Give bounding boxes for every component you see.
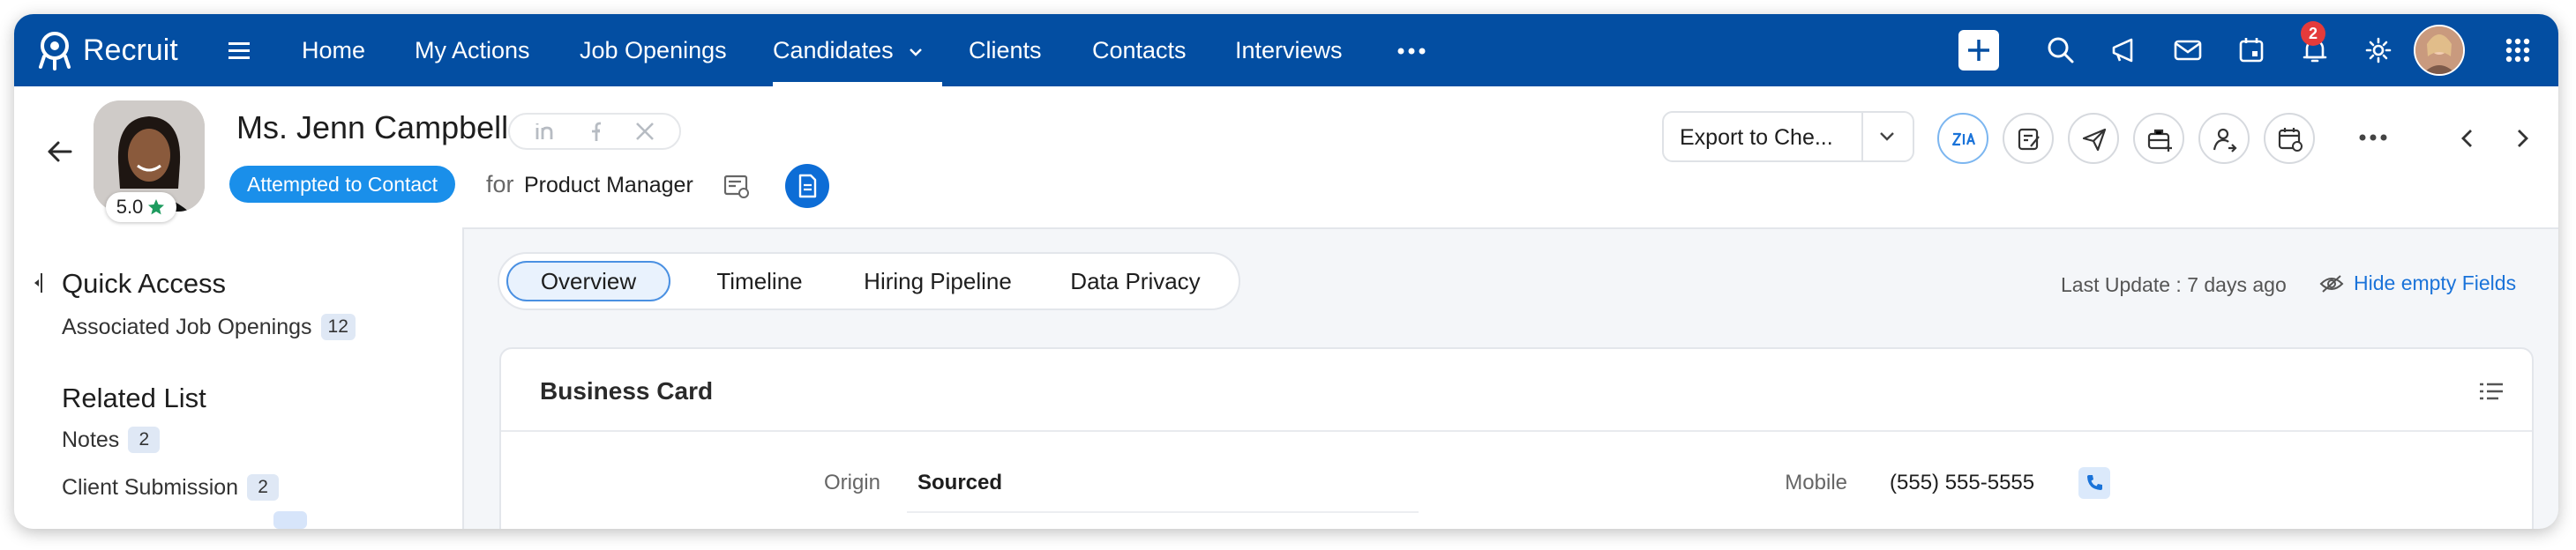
facebook-icon[interactable] [581,118,608,145]
sidebar: Quick Access Associated Job Openings 12 … [14,227,464,529]
more-tabs-icon[interactable] [1394,35,1429,65]
nav-job-openings[interactable]: Job Openings [580,14,727,86]
calendar-icon[interactable] [2234,33,2269,68]
announcement-icon[interactable] [2107,33,2142,68]
associate-job-button[interactable] [2133,113,2184,164]
rating-badge: 5.0 [106,192,176,222]
sidebar-item-label: Notes [62,427,120,452]
x-icon[interactable] [632,118,658,145]
app-window: Recruit Home My Actions Job Openings Can… [14,14,2558,529]
nav-clients[interactable]: Clients [969,14,1042,86]
assign-owner-button[interactable] [2198,113,2250,164]
recruit-logo-icon [39,32,71,71]
job-details-icon[interactable] [720,169,753,203]
sidebar-item-notes[interactable]: Notes 2 [62,427,161,453]
linkedin-icon[interactable] [531,118,558,145]
back-arrow-icon[interactable] [42,134,78,169]
document-icon [798,174,817,198]
nav-home[interactable]: Home [302,14,365,86]
quick-access-title: Quick Access [62,268,227,299]
sidebar-item-label: Associated Job Openings [62,314,312,339]
hamburger-menu-icon[interactable] [224,35,254,65]
collapse-sidebar-icon[interactable] [32,270,44,296]
job-title-link[interactable]: Product Manager [524,173,693,198]
nav-candidates-label: Candidates [773,37,894,63]
plus-icon [1968,40,1989,61]
nav-interviews[interactable]: Interviews [1235,14,1343,86]
record-tabs: Overview Timeline Hiring Pipeline Data P… [498,252,1240,310]
section-title: Business Card [540,377,714,405]
call-button[interactable] [2078,467,2110,499]
social-links [508,113,681,150]
schedule-interview-button[interactable] [2264,113,2315,164]
hide-empty-fields-link[interactable]: Hide empty Fields [2318,271,2516,295]
count-badge: 2 [247,474,280,501]
chevron-down-icon[interactable] [1876,125,1898,148]
export-dropdown[interactable]: Export to Che... [1662,111,1914,162]
search-icon[interactable] [2043,33,2078,68]
for-label: for [486,171,514,197]
user-avatar-image [2415,26,2463,74]
last-update-text: Last Update : 7 days ago [2061,273,2287,296]
user-avatar[interactable] [2414,25,2465,76]
export-label: Export to Che... [1680,125,1833,150]
notification-badge: 2 [2301,21,2325,46]
record-header: 5.0 Ms. Jenn Campbell Attempted to Conta… [14,86,2558,229]
user-transfer-icon [2213,128,2237,152]
field-underline [907,511,1419,513]
nav-my-actions[interactable]: My Actions [415,14,530,86]
business-card-section: Business Card Origin Sourced Mobile (555… [499,347,2534,529]
edit-icon [2018,128,2040,151]
sidebar-item-associated-job-openings[interactable]: Associated Job Openings 12 [62,314,356,340]
send-button[interactable] [2068,113,2119,164]
zia-icon [1951,132,1976,146]
phone-icon [2087,475,2102,490]
quick-create-button[interactable] [1958,30,1999,71]
chevron-left-icon[interactable] [2454,125,2481,152]
chevron-right-icon[interactable] [2509,125,2535,152]
count-badge: 2 [128,427,161,453]
export-divider [1861,113,1863,160]
briefcase-plus-icon [2147,129,2172,152]
sidebar-item-label: Client Submission [62,474,239,500]
gear-icon[interactable] [2361,33,2396,68]
tab-overview[interactable]: Overview [506,261,670,301]
nav-candidates[interactable]: Candidates [773,14,942,86]
zia-button[interactable] [1937,113,1988,164]
related-list-title: Related List [62,383,206,413]
nav-contacts[interactable]: Contacts [1092,14,1187,86]
edit-button[interactable] [2003,113,2054,164]
hide-empty-fields-label: Hide empty Fields [2354,271,2517,294]
field-label-mobile: Mobile [1785,471,1847,494]
candidate-name: Ms. Jenn Campbell [236,109,509,145]
field-label-origin: Origin [823,471,880,494]
mail-icon[interactable] [2170,33,2205,68]
rating-value: 5.0 [116,196,144,218]
tab-hiring-pipeline[interactable]: Hiring Pipeline [843,261,1032,301]
apps-grid-icon[interactable] [2500,33,2535,68]
field-value-origin[interactable]: Sourced [917,471,1002,495]
tab-timeline[interactable]: Timeline [681,261,838,301]
top-nav: Recruit Home My Actions Job Openings Can… [14,14,2558,86]
app-logo[interactable]: Recruit [35,28,178,72]
section-divider [501,430,2532,432]
app-name: Recruit [83,33,178,67]
star-icon [148,199,165,215]
field-value-mobile[interactable]: (555) 555-5555 [1890,471,2034,495]
send-icon [2082,128,2107,152]
more-options-icon[interactable] [2355,127,2391,148]
count-badge: 12 [320,314,356,340]
sidebar-item-client-submission[interactable]: Client Submission 2 [62,474,280,501]
list-options-icon[interactable] [2477,379,2505,404]
chevron-down-icon [910,48,923,56]
tab-data-privacy[interactable]: Data Privacy [1037,261,1233,301]
status-badge[interactable]: Attempted to Contact [229,166,456,203]
resume-button[interactable] [785,164,829,208]
count-badge-partial [273,511,307,529]
calendar-clock-icon [2278,128,2303,152]
eye-slash-icon [2319,274,2344,293]
